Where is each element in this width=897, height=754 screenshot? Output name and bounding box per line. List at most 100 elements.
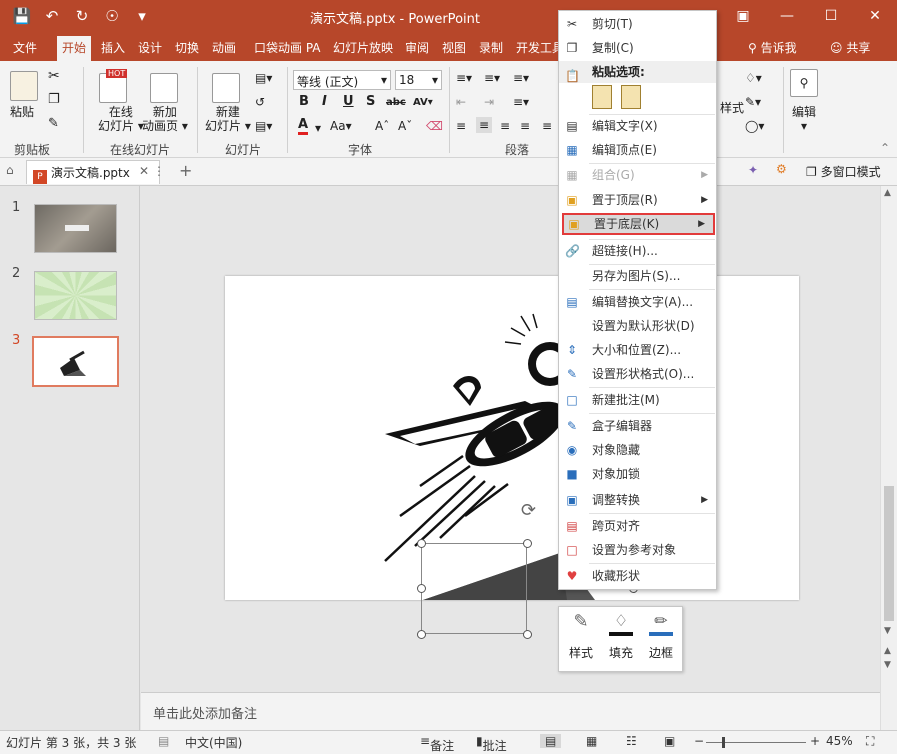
font-name-select[interactable]: 等线 (正文) ▾ bbox=[293, 70, 391, 90]
editing-button[interactable]: 编辑 ▾ bbox=[792, 105, 816, 133]
bullets-icon[interactable]: ≡▾ bbox=[456, 71, 472, 85]
next-slide-icon[interactable]: ▼ bbox=[884, 660, 891, 670]
resize-handle[interactable] bbox=[417, 539, 426, 548]
distribute-icon[interactable]: ≡ bbox=[542, 119, 552, 133]
undo-icon[interactable]: ↶ bbox=[42, 7, 62, 25]
redo-icon[interactable]: ↻ bbox=[72, 7, 92, 25]
scroll-thumb[interactable] bbox=[884, 486, 894, 621]
menu-cut[interactable]: ✂ 剪切(T) bbox=[559, 13, 716, 35]
slide-thumbnail-3[interactable] bbox=[32, 336, 119, 387]
decrease-indent-icon[interactable]: ⇤ bbox=[456, 95, 466, 109]
new-slide-icon[interactable] bbox=[212, 73, 240, 103]
resize-handle[interactable] bbox=[417, 584, 426, 593]
menu-copy[interactable]: ❐ 复制(C) bbox=[559, 37, 716, 59]
align-center-icon[interactable]: ≡ bbox=[476, 117, 493, 133]
close-tab-icon[interactable]: ✕ bbox=[139, 164, 149, 178]
menu-lock-object[interactable]: ■ 对象加锁 bbox=[559, 463, 716, 485]
tell-me[interactable]: ⚲ 告诉我 bbox=[748, 39, 797, 56]
quick-styles-label[interactable]: 样式 bbox=[720, 101, 744, 115]
columns-icon[interactable]: ≡▾ bbox=[513, 95, 529, 109]
section-icon[interactable]: ▤▾ bbox=[255, 119, 272, 133]
menu-box-editor[interactable]: ✎ 盒子编辑器 bbox=[559, 415, 716, 437]
prev-slide-icon[interactable]: ▲ bbox=[884, 646, 891, 656]
tab-record[interactable]: 录制 bbox=[479, 39, 503, 56]
tab-menu-icon[interactable]: ⋮ bbox=[153, 164, 165, 178]
pin-icon[interactable]: ✦ bbox=[748, 163, 758, 177]
align-right-icon[interactable]: ≡ bbox=[500, 119, 510, 133]
new-slide-button[interactable]: 新建 幻灯片 ▾ bbox=[205, 105, 251, 133]
menu-adjust-convert[interactable]: ▣ 调整转换 ▶ bbox=[559, 489, 716, 511]
menu-save-as-picture[interactable]: 另存为图片(S)... bbox=[559, 265, 716, 287]
home-icon[interactable]: ⌂ bbox=[6, 163, 14, 177]
document-tab[interactable]: P 演示文稿.pptx ✕ ⋮ bbox=[26, 160, 165, 184]
comments-toggle[interactable]: ▮ 批注 bbox=[476, 734, 507, 753]
menu-format-shape[interactable]: ✎ 设置形状格式(O)... bbox=[559, 363, 716, 385]
tab-insert[interactable]: 插入 bbox=[101, 39, 125, 56]
zoom-slider[interactable] bbox=[706, 742, 806, 743]
decrease-font-button[interactable]: Aˇ bbox=[398, 119, 412, 133]
shape-fill-icon[interactable]: ♢▾ bbox=[745, 71, 762, 85]
rotate-handle-icon[interactable]: ⟳ bbox=[521, 500, 536, 521]
scroll-up-icon[interactable]: ▲ bbox=[884, 188, 891, 198]
menu-edit-text[interactable]: ▤ 编辑文字(X) bbox=[559, 115, 716, 137]
slideshow-view-icon[interactable]: ▣ bbox=[664, 734, 675, 748]
save-icon[interactable]: 💾 bbox=[12, 7, 32, 25]
font-size-select[interactable]: 18 ▾ bbox=[395, 70, 442, 90]
menu-edit-points[interactable]: ▦ 编辑顶点(E) bbox=[559, 139, 716, 161]
zoom-in-icon[interactable]: + bbox=[810, 734, 820, 748]
tab-developer[interactable]: 开发工具 bbox=[516, 39, 564, 56]
notes-toggle[interactable]: ≡ 备注 bbox=[420, 734, 454, 753]
slide-thumbnail-1[interactable] bbox=[34, 204, 117, 253]
close-icon[interactable]: ✕ bbox=[853, 0, 897, 34]
fill-button[interactable]: ♢ 填充 bbox=[603, 611, 639, 661]
cut-icon[interactable]: ✂ bbox=[48, 69, 60, 83]
menu-new-comment[interactable]: □ 新建批注(M) bbox=[559, 389, 716, 411]
new-animation-page-icon[interactable] bbox=[150, 73, 178, 103]
underline-button[interactable]: U bbox=[343, 94, 354, 109]
shape-effects-icon[interactable]: ◯▾ bbox=[745, 119, 764, 133]
italic-button[interactable]: I bbox=[322, 94, 327, 109]
zoom-out-icon[interactable]: − bbox=[694, 734, 704, 748]
menu-size-position[interactable]: ⇕ 大小和位置(Z)... bbox=[559, 339, 716, 361]
resize-handle[interactable] bbox=[523, 630, 532, 639]
menu-set-default-shape[interactable]: 设置为默认形状(D) bbox=[559, 315, 716, 337]
slide-thumbnail-2[interactable] bbox=[34, 271, 117, 320]
increase-indent-icon[interactable]: ⇥ bbox=[484, 95, 494, 109]
accessibility-icon[interactable]: ▤ bbox=[158, 734, 169, 748]
shape-outline-icon[interactable]: ✎▾ bbox=[745, 95, 761, 109]
tab-design[interactable]: 设计 bbox=[138, 39, 162, 56]
paste-button[interactable]: 粘贴 bbox=[10, 105, 34, 119]
slide-editing-area[interactable]: ⟳ bbox=[141, 186, 880, 692]
tab-file[interactable]: 文件 bbox=[13, 39, 37, 56]
reset-icon[interactable]: ↺ bbox=[255, 95, 265, 109]
menu-hide-object[interactable]: ◉ 对象隐藏 bbox=[559, 439, 716, 461]
present-icon[interactable]: ☉ bbox=[102, 7, 122, 25]
notes-pane[interactable]: 单击此处添加备注 bbox=[141, 692, 880, 730]
paste-icon[interactable] bbox=[10, 71, 38, 101]
tab-view[interactable]: 视图 bbox=[442, 39, 466, 56]
zoom-slider-thumb[interactable] bbox=[722, 737, 725, 748]
layout-icon[interactable]: ▤▾ bbox=[255, 71, 272, 85]
justify-icon[interactable]: ≡ bbox=[520, 119, 530, 133]
numbering-icon[interactable]: ≡▾ bbox=[484, 71, 500, 85]
slide-sorter-icon[interactable]: ▦ bbox=[586, 734, 597, 748]
tab-pocket-animation[interactable]: 口袋动画 PA bbox=[254, 39, 321, 56]
share-button[interactable]: ☺ 共享 bbox=[830, 39, 870, 56]
paste-picture-icon[interactable] bbox=[621, 85, 641, 109]
bold-button[interactable]: B bbox=[299, 94, 309, 109]
online-slides-button[interactable]: 在线 幻灯片 ▾ bbox=[98, 105, 144, 133]
tab-review[interactable]: 审阅 bbox=[405, 39, 429, 56]
menu-bring-to-front[interactable]: ▣ 置于顶层(R) ▶ bbox=[559, 189, 716, 211]
new-tab-icon[interactable]: + bbox=[179, 161, 192, 180]
normal-view-icon[interactable]: ▤ bbox=[540, 734, 562, 748]
char-spacing-button[interactable]: AV▾ bbox=[413, 97, 433, 108]
tab-animations[interactable]: 动画 bbox=[212, 39, 236, 56]
scroll-down-icon[interactable]: ▼ bbox=[884, 626, 891, 636]
copy-icon[interactable]: ❐ bbox=[48, 93, 60, 107]
menu-send-to-back[interactable]: ▣ 置于底层(K) ▶ bbox=[562, 213, 715, 235]
clear-format-icon[interactable]: ⌫ bbox=[426, 119, 443, 133]
customize-qat-icon[interactable]: ▾ bbox=[132, 7, 152, 25]
menu-group[interactable]: ▦ 组合(G) ▶ bbox=[559, 164, 716, 186]
language-status[interactable]: 中文(中国) bbox=[185, 734, 242, 751]
menu-set-reference[interactable]: □ 设置为参考对象 bbox=[559, 539, 716, 561]
